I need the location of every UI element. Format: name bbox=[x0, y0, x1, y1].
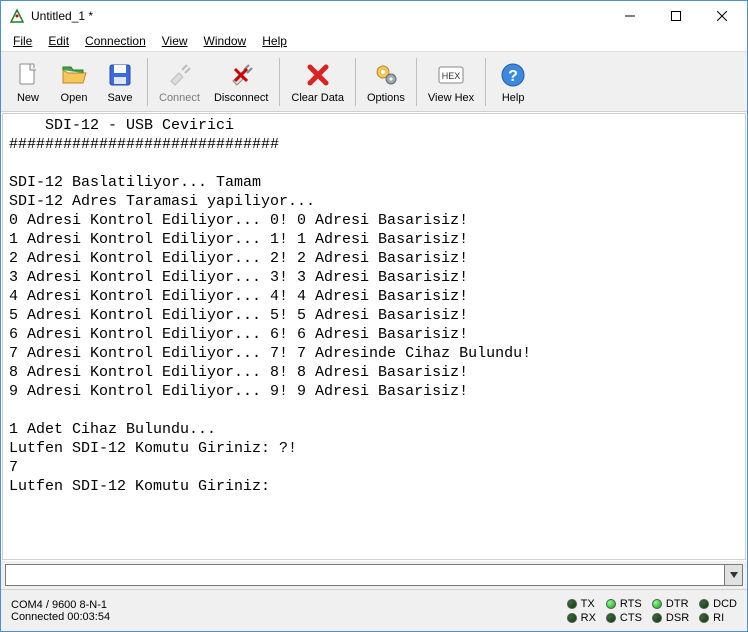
toolbar-separator bbox=[279, 58, 280, 106]
command-history-dropdown[interactable] bbox=[725, 564, 743, 586]
help-button[interactable]: ? Help bbox=[490, 54, 536, 110]
toolbar-separator bbox=[147, 58, 148, 106]
clear-data-label: Clear Data bbox=[291, 92, 344, 104]
svg-text:?: ? bbox=[508, 68, 518, 85]
menu-help[interactable]: Help bbox=[254, 32, 295, 50]
menu-view[interactable]: View bbox=[154, 32, 196, 50]
led-dtr: DTR bbox=[652, 598, 689, 610]
led-rts: RTS bbox=[606, 598, 642, 610]
led-dsr: DSR bbox=[652, 612, 689, 624]
led-cts: CTS bbox=[606, 612, 642, 624]
toolbar: New Open Save Connect Disconnect Clear D… bbox=[1, 52, 747, 112]
menu-edit[interactable]: Edit bbox=[40, 32, 77, 50]
new-label: New bbox=[17, 92, 39, 104]
save-button[interactable]: Save bbox=[97, 54, 143, 110]
maximize-button[interactable] bbox=[653, 1, 699, 31]
connection-status: COM4 / 9600 8-N-1 Connected 00:03:54 bbox=[1, 590, 557, 631]
led-ri: RI bbox=[699, 612, 737, 624]
terminal-output[interactable]: SDI-12 - USB Cevirici ##################… bbox=[2, 113, 746, 560]
signal-leds: TX RTS DTR DCD RX CTS DSR RI bbox=[557, 590, 747, 631]
save-icon bbox=[104, 59, 136, 91]
options-label: Options bbox=[367, 92, 405, 104]
disconnect-label: Disconnect bbox=[214, 92, 268, 104]
menu-file[interactable]: File bbox=[5, 32, 40, 50]
new-button[interactable]: New bbox=[5, 54, 51, 110]
port-info: COM4 / 9600 8-N-1 bbox=[11, 599, 547, 611]
help-icon: ? bbox=[497, 59, 529, 91]
led-tx: TX bbox=[567, 598, 596, 610]
statusbar: COM4 / 9600 8-N-1 Connected 00:03:54 TX … bbox=[1, 589, 747, 631]
toolbar-separator bbox=[416, 58, 417, 106]
gear-icon bbox=[370, 59, 402, 91]
menubar: File Edit Connection View Window Help bbox=[1, 31, 747, 52]
folder-open-icon bbox=[58, 59, 90, 91]
help-label: Help bbox=[502, 92, 525, 104]
open-label: Open bbox=[61, 92, 88, 104]
toolbar-separator bbox=[485, 58, 486, 106]
plug-connect-icon bbox=[163, 59, 195, 91]
toolbar-separator bbox=[355, 58, 356, 106]
led-dcd: DCD bbox=[699, 598, 737, 610]
plug-disconnect-icon bbox=[225, 59, 257, 91]
app-window: Untitled_1 * File Edit Connection View W… bbox=[0, 0, 748, 632]
command-input-row bbox=[1, 561, 747, 589]
view-hex-label: View Hex bbox=[428, 92, 474, 104]
command-input[interactable] bbox=[5, 564, 725, 586]
open-button[interactable]: Open bbox=[51, 54, 97, 110]
menu-connection[interactable]: Connection bbox=[77, 32, 154, 50]
window-title: Untitled_1 * bbox=[31, 9, 607, 23]
connect-button: Connect bbox=[152, 54, 207, 110]
svg-text:HEX: HEX bbox=[442, 71, 461, 81]
hex-icon: HEX bbox=[435, 59, 467, 91]
app-icon bbox=[9, 8, 25, 24]
connected-time: Connected 00:03:54 bbox=[11, 611, 547, 623]
disconnect-button[interactable]: Disconnect bbox=[207, 54, 275, 110]
menu-window[interactable]: Window bbox=[196, 32, 255, 50]
minimize-button[interactable] bbox=[607, 1, 653, 31]
led-rx: RX bbox=[567, 612, 596, 624]
new-file-icon bbox=[12, 59, 44, 91]
titlebar: Untitled_1 * bbox=[1, 1, 747, 31]
close-button[interactable] bbox=[699, 1, 745, 31]
clear-data-button[interactable]: Clear Data bbox=[284, 54, 351, 110]
save-label: Save bbox=[107, 92, 132, 104]
options-button[interactable]: Options bbox=[360, 54, 412, 110]
view-hex-button[interactable]: HEX View Hex bbox=[421, 54, 481, 110]
connect-label: Connect bbox=[159, 92, 200, 104]
chevron-down-icon bbox=[730, 572, 738, 578]
clear-icon bbox=[302, 59, 334, 91]
